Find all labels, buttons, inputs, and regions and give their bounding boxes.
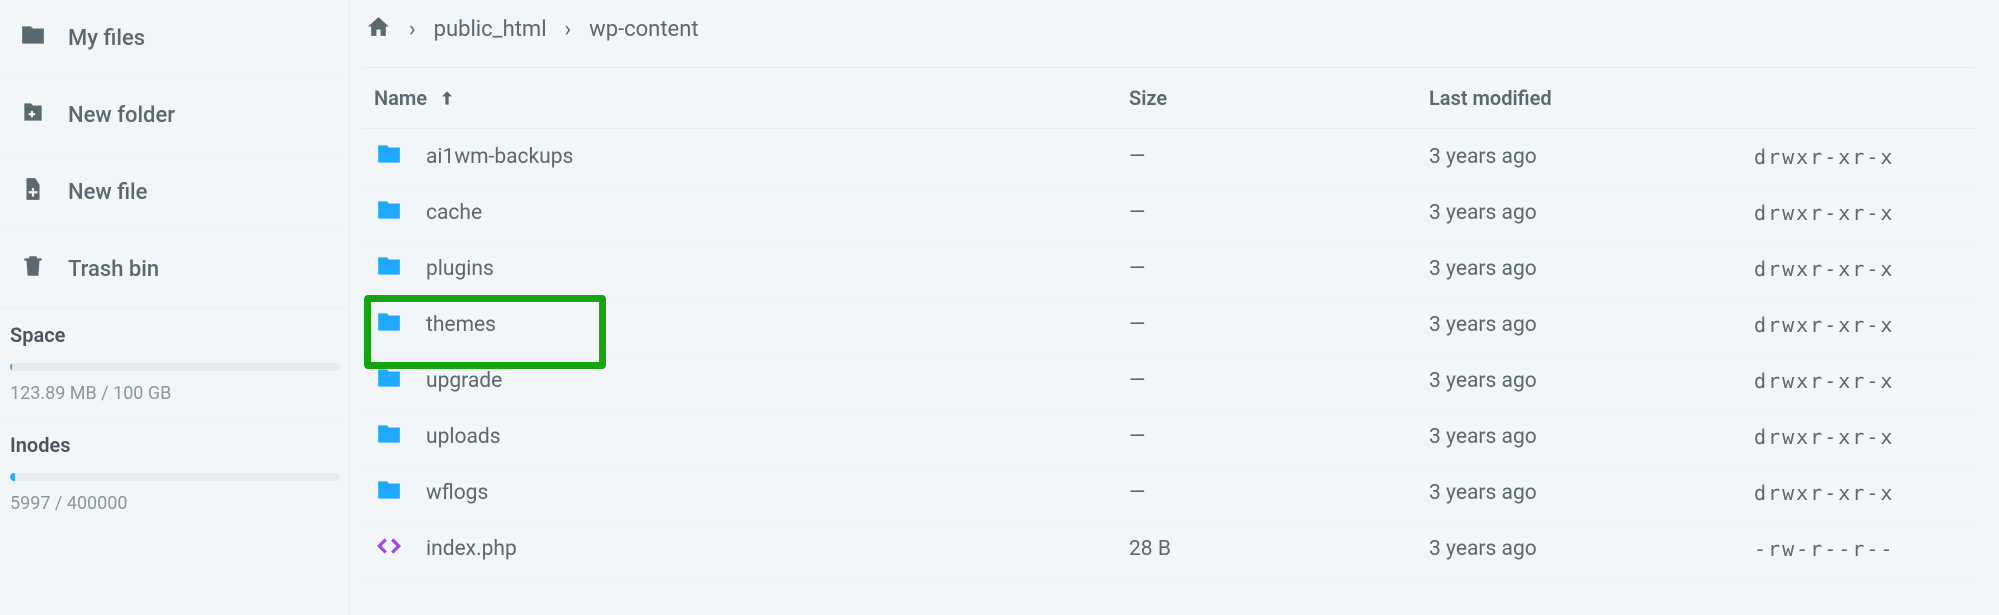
space-title: Space xyxy=(10,323,339,347)
sidebar-item-label: New file xyxy=(68,180,147,205)
file-name: plugins xyxy=(426,257,494,281)
breadcrumb-item[interactable]: public_html xyxy=(434,17,547,42)
inodes-title: Inodes xyxy=(10,433,339,457)
chevron-right-icon: › xyxy=(565,17,572,42)
space-bar xyxy=(10,363,340,371)
permissions-cell: drwxr-xr-x xyxy=(1754,257,1963,281)
sidebar-item-label: New folder xyxy=(68,103,175,128)
breadcrumb-item[interactable]: wp-content xyxy=(589,17,698,42)
folder-icon xyxy=(374,421,404,453)
sidebar-item-my-files[interactable]: My files xyxy=(0,0,349,77)
modified-cell: 3 years ago xyxy=(1429,369,1754,393)
col-header-modified[interactable]: Last modified xyxy=(1429,86,1754,110)
permissions-cell: drwxr-xr-x xyxy=(1754,425,1963,449)
sidebar-item-label: My files xyxy=(68,26,145,51)
home-icon[interactable] xyxy=(366,14,391,45)
folder-icon xyxy=(374,253,404,285)
size-cell: — xyxy=(1129,145,1429,169)
permissions-cell: drwxr-xr-x xyxy=(1754,313,1963,337)
name-cell[interactable]: index.php xyxy=(374,533,1129,565)
table-row[interactable]: wflogs —3 years agodrwxr-xr-x xyxy=(362,465,1975,521)
file-name: wflogs xyxy=(426,481,488,505)
sidebar-item-label: Trash bin xyxy=(68,257,159,282)
name-cell[interactable]: themes xyxy=(374,309,1129,341)
name-cell[interactable]: upgrade xyxy=(374,365,1129,397)
file-table: Name Size Last modified ai1wm-backups—3 … xyxy=(362,67,1975,577)
size-cell: — xyxy=(1129,425,1429,449)
permissions-cell: -rw-r--r-- xyxy=(1754,537,1963,561)
app-root: My files New folder New file Trash bin S… xyxy=(0,0,1999,615)
table-row[interactable]: themes —3 years agodrwxr-xr-x xyxy=(362,297,1975,353)
size-cell: — xyxy=(1129,369,1429,393)
modified-cell: 3 years ago xyxy=(1429,481,1754,505)
modified-cell: 3 years ago xyxy=(1429,537,1754,561)
space-bar-fill xyxy=(10,363,12,371)
space-usage-text: 123.89 MB / 100 GB xyxy=(10,383,339,404)
modified-cell: 3 years ago xyxy=(1429,145,1754,169)
size-cell: — xyxy=(1129,257,1429,281)
size-cell: — xyxy=(1129,201,1429,225)
permissions-cell: drwxr-xr-x xyxy=(1754,369,1963,393)
table-body: ai1wm-backups—3 years agodrwxr-xr-xcache… xyxy=(362,129,1975,577)
table-row[interactable]: index.php 28 B3 years ago-rw-r--r-- xyxy=(362,521,1975,577)
col-header-name-label: Name xyxy=(374,86,427,110)
col-header-size[interactable]: Size xyxy=(1129,86,1429,110)
name-cell[interactable]: wflogs xyxy=(374,477,1129,509)
add-folder-icon xyxy=(20,99,46,131)
sort-asc-icon xyxy=(437,88,457,108)
inodes-usage-text: 5997 / 400000 xyxy=(10,493,339,514)
trash-icon xyxy=(20,253,46,285)
sidebar-item-trash[interactable]: Trash bin xyxy=(0,231,349,308)
space-usage: Space 123.89 MB / 100 GB xyxy=(0,308,349,418)
file-name: index.php xyxy=(426,537,517,561)
permissions-cell: drwxr-xr-x xyxy=(1754,481,1963,505)
file-name: cache xyxy=(426,201,482,225)
modified-cell: 3 years ago xyxy=(1429,313,1754,337)
table-row[interactable]: upgrade —3 years agodrwxr-xr-x xyxy=(362,353,1975,409)
chevron-right-icon: › xyxy=(409,17,416,42)
name-cell[interactable]: cache xyxy=(374,197,1129,229)
sidebar: My files New folder New file Trash bin S… xyxy=(0,0,350,615)
folder-icon xyxy=(20,22,46,54)
file-name: uploads xyxy=(426,425,501,449)
permissions-cell: drwxr-xr-x xyxy=(1754,145,1963,169)
main-panel: › public_html › wp-content Name Size Las… xyxy=(350,0,1999,615)
modified-cell: 3 years ago xyxy=(1429,201,1754,225)
folder-icon xyxy=(374,365,404,397)
size-cell: 28 B xyxy=(1129,537,1429,561)
folder-icon xyxy=(374,197,404,229)
file-name: ai1wm-backups xyxy=(426,145,573,169)
file-name: themes xyxy=(426,313,496,337)
inodes-usage: Inodes 5997 / 400000 xyxy=(0,418,349,528)
col-header-name[interactable]: Name xyxy=(374,86,1129,110)
permissions-cell: drwxr-xr-x xyxy=(1754,201,1963,225)
folder-icon xyxy=(374,141,404,173)
sidebar-item-new-folder[interactable]: New folder xyxy=(0,77,349,154)
name-cell[interactable]: ai1wm-backups xyxy=(374,141,1129,173)
sidebar-item-new-file[interactable]: New file xyxy=(0,154,349,231)
add-file-icon xyxy=(20,176,46,208)
modified-cell: 3 years ago xyxy=(1429,425,1754,449)
table-header: Name Size Last modified xyxy=(362,68,1975,129)
modified-cell: 3 years ago xyxy=(1429,257,1754,281)
folder-icon xyxy=(374,477,404,509)
inodes-bar xyxy=(10,473,340,481)
inodes-bar-fill xyxy=(10,473,15,481)
code-icon xyxy=(374,533,404,565)
table-row[interactable]: plugins —3 years agodrwxr-xr-x xyxy=(362,241,1975,297)
breadcrumb: › public_html › wp-content xyxy=(362,6,1975,67)
table-row[interactable]: ai1wm-backups —3 years agodrwxr-xr-x xyxy=(362,129,1975,185)
folder-icon xyxy=(374,309,404,341)
file-name: upgrade xyxy=(426,369,502,393)
size-cell: — xyxy=(1129,313,1429,337)
table-row[interactable]: cache —3 years agodrwxr-xr-x xyxy=(362,185,1975,241)
name-cell[interactable]: plugins xyxy=(374,253,1129,285)
name-cell[interactable]: uploads xyxy=(374,421,1129,453)
size-cell: — xyxy=(1129,481,1429,505)
table-row[interactable]: uploads —3 years agodrwxr-xr-x xyxy=(362,409,1975,465)
